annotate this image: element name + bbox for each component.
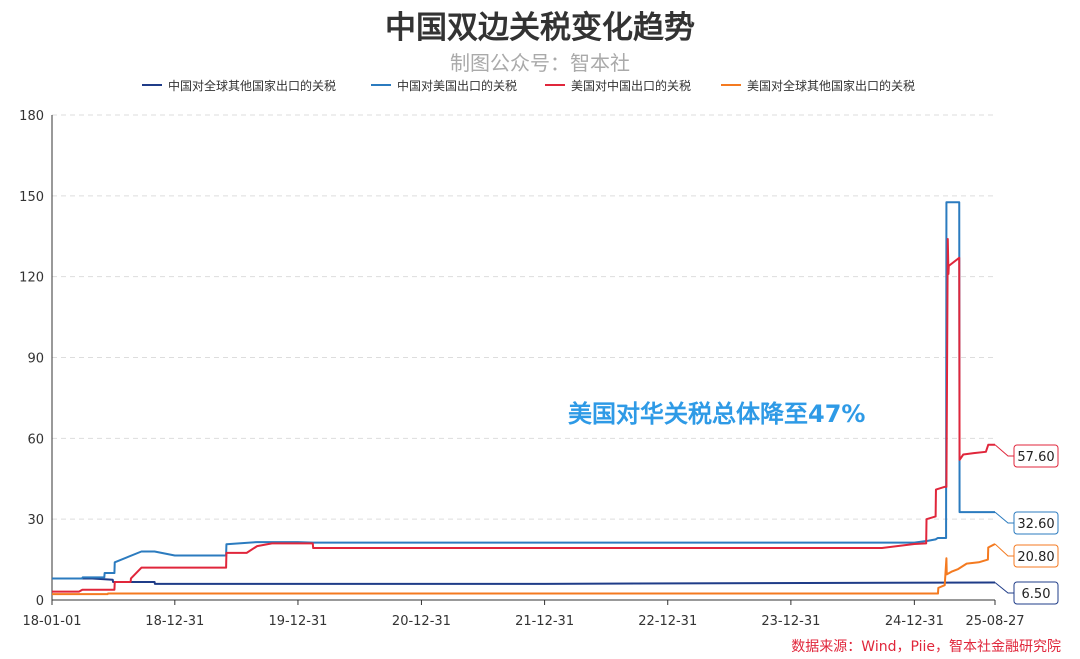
legend-label: 美国对全球其他国家出口的关税 [747, 78, 915, 93]
x-tick-label: 25-08-27 [965, 614, 1024, 629]
y-tick-label: 0 [36, 594, 44, 609]
x-tick-label: 22-12-31 [638, 614, 697, 629]
x-tick-label: 24-12-31 [885, 614, 944, 629]
chart-title: 中国双边关税变化趋势 [385, 10, 695, 46]
end-label-value: 32.60 [1017, 517, 1054, 532]
chart-axes: 0 30 60 90 120 150 180 18-01-01 18-12-31 19-12-31… [19, 109, 1024, 629]
y-tick-label: 150 [19, 190, 44, 205]
y-tick-label: 60 [27, 432, 44, 447]
chart-series [52, 201, 996, 596]
y-tick-label: 120 [19, 271, 44, 286]
chart-end-labels: 57.60 32.60 20.80 6.50 [994, 444, 1059, 605]
end-label-leader [994, 582, 1014, 594]
series-line [52, 201, 995, 580]
end-label-leader [994, 543, 1014, 557]
x-tick-label: 19-12-31 [268, 614, 327, 629]
end-label-leader [994, 444, 1014, 457]
chart-grid [52, 114, 995, 520]
legend-label: 美国对中国出口的关税 [571, 78, 691, 93]
end-label-value: 57.60 [1017, 450, 1054, 465]
series-line [52, 543, 996, 596]
chart-subtitle: 制图公众号：智本社 [450, 51, 630, 75]
x-tick-label: 18-12-31 [145, 614, 204, 629]
data-source: 数据来源：Wind，Piie，智本社金融研究院 [791, 639, 1061, 655]
series-line [52, 577, 996, 585]
x-tick-label: 23-12-31 [761, 614, 820, 629]
y-tick-label: 180 [19, 109, 44, 124]
x-tick-label: 20-12-31 [392, 614, 451, 629]
end-label-leader [994, 511, 1014, 524]
end-label-value: 20.80 [1017, 550, 1054, 565]
x-tick-label: 21-12-31 [515, 614, 574, 629]
end-label-value: 6.50 [1022, 587, 1051, 602]
legend-label: 中国对美国出口的关税 [397, 78, 517, 93]
x-tick-label: 18-01-01 [22, 614, 81, 629]
chart-legend: 中国对全球其他国家出口的关税 中国对美国出口的关税 美国对中国出口的关税 美国对全球其… [142, 78, 915, 93]
y-tick-label: 30 [27, 513, 44, 528]
tariff-line-chart: 中国双边关税变化趋势 制图公众号：智本社 中国对全球其他国家出口的关税 中国对美国… [19, 10, 1061, 655]
chart-annotation: 美国对华关税总体降至47% [568, 400, 865, 428]
y-tick-label: 90 [27, 352, 44, 367]
legend-label: 中国对全球其他国家出口的关税 [168, 78, 336, 93]
